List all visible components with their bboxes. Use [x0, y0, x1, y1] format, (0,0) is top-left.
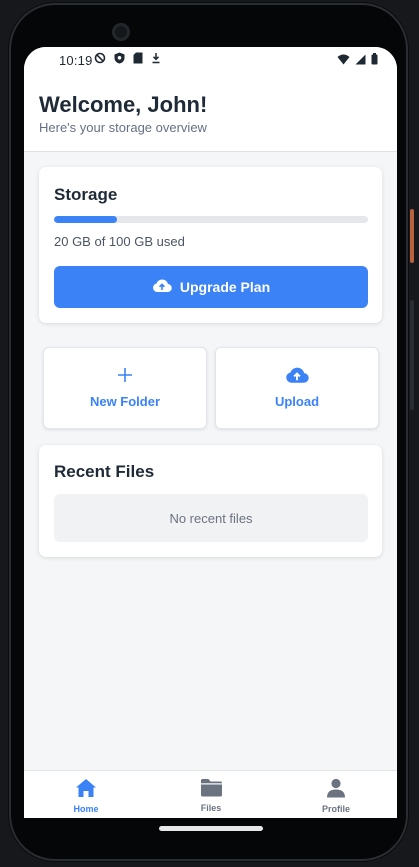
- volume-button: [410, 300, 414, 410]
- nav-item-home[interactable]: Home: [46, 778, 126, 814]
- storage-usage-text: 20 GB of 100 GB used: [54, 234, 185, 249]
- nav-home-label: Home: [73, 804, 99, 814]
- home-indicator: [159, 826, 263, 831]
- nav-profile-label: Profile: [321, 804, 350, 814]
- page-title: Welcome, John!: [39, 92, 208, 117]
- storage-progress-fill: [54, 216, 117, 223]
- app-screen: 10:19 Welcome, John! Here's your storage…: [24, 47, 397, 818]
- upload-label: Upload: [274, 394, 320, 409]
- shield-slash-icon: [94, 52, 106, 67]
- storage-title: Storage: [54, 185, 118, 204]
- cloud-upload-icon: [152, 278, 172, 296]
- status-time: 10:19: [59, 53, 93, 68]
- plus-icon: [117, 364, 133, 386]
- download-icon: [151, 52, 161, 67]
- front-camera: [112, 23, 130, 41]
- recent-files-title: Recent Files: [54, 462, 155, 481]
- bottom-nav: Home Files Profile: [24, 770, 397, 818]
- upgrade-plan-button[interactable]: Upgrade Plan: [54, 266, 368, 308]
- storage-card: Storage 20 GB of 100 GB used Upgrade Pla…: [39, 167, 382, 323]
- page-subtitle: Here's your storage overview: [39, 120, 207, 135]
- nav-item-profile[interactable]: Profile: [296, 778, 376, 814]
- cellular-signal-icon: [355, 53, 366, 68]
- recent-files-empty-state: No recent files: [54, 494, 368, 542]
- status-bar: 10:19: [24, 47, 397, 75]
- wifi-icon: [337, 53, 350, 68]
- battery-icon: [371, 53, 378, 68]
- status-icons-left: [94, 52, 161, 67]
- folder-icon: [200, 778, 223, 799]
- nav-item-files[interactable]: Files: [171, 778, 251, 813]
- sd-card-icon: [133, 52, 143, 67]
- power-button: [410, 209, 414, 263]
- storage-progress-bar: [54, 216, 368, 223]
- new-folder-button[interactable]: New Folder: [43, 347, 207, 429]
- empty-state-text: No recent files: [169, 510, 253, 526]
- new-folder-label: New Folder: [89, 394, 161, 409]
- shield-icon: [114, 52, 125, 67]
- recent-files-card: Recent Files No recent files: [39, 445, 382, 557]
- home-icon: [75, 778, 97, 800]
- upgrade-plan-label: Upgrade Plan: [179, 279, 271, 295]
- cloud-upload-icon: [285, 364, 309, 386]
- page-header: Welcome, John! Here's your storage overv…: [24, 75, 397, 152]
- profile-icon: [326, 778, 346, 800]
- status-icons-right: [337, 53, 378, 68]
- upload-button[interactable]: Upload: [215, 347, 379, 429]
- nav-files-label: Files: [200, 803, 222, 813]
